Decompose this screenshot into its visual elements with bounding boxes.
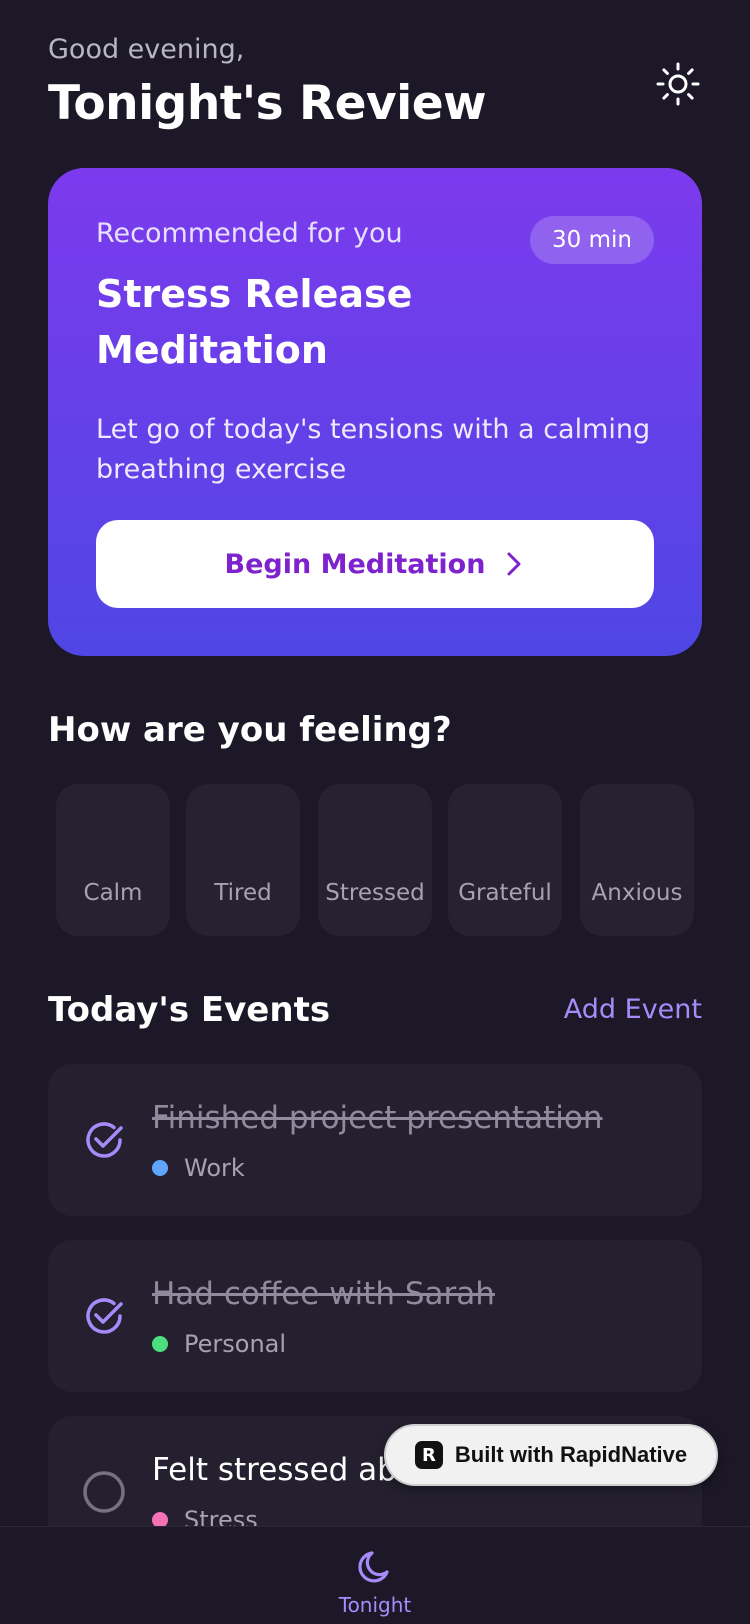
add-event-link[interactable]: Add Event [564,994,702,1025]
event-tag: Personal [152,1330,286,1358]
chevron-right-icon [507,552,521,576]
recommendation-card: Recommended for you 30 min Stress Releas… [48,168,702,656]
tag-dot [152,1160,168,1176]
mood-label: Stressed [325,880,425,906]
check-circle-icon[interactable] [80,1116,128,1164]
mood-label: Grateful [458,880,552,906]
events-section-title: Today's Events [48,990,331,1030]
mood-grateful-button[interactable]: Grateful [448,784,562,936]
recommendation-title: Stress Release Meditation [96,272,413,372]
recommendation-label: Recommended for you [96,218,403,249]
bottom-nav: Tonight [0,1526,750,1624]
recommendation-description: Let go of today's tensions with a calmin… [96,414,651,485]
event-title: Felt stressed abo [152,1452,416,1488]
page-title: Tonight's Review [48,76,487,131]
mood-section-title: How are you feeling? [48,710,452,750]
moon-icon [358,1551,389,1583]
event-card[interactable]: Had coffee with Sarah Personal [48,1240,702,1392]
check-circle-icon[interactable] [80,1292,128,1340]
tab-tonight[interactable]: Tonight [325,1527,425,1624]
theme-toggle-button[interactable] [652,58,704,110]
tag-label: Work [184,1154,245,1182]
mood-calm-button[interactable]: Calm [56,784,170,936]
greeting: Good evening, [48,34,245,65]
mood-tired-button[interactable]: Tired [186,784,300,936]
event-title: Finished project presentation [152,1100,603,1136]
rapidnative-logo-icon: R [414,1441,443,1469]
tag-dot [152,1336,168,1352]
mood-label: Anxious [591,880,683,906]
event-title: Had coffee with Sarah [152,1276,495,1312]
sun-icon [656,62,700,106]
event-card[interactable]: Finished project presentation Work [48,1064,702,1216]
begin-meditation-label: Begin Meditation [224,548,486,580]
mood-label: Calm [83,880,143,906]
empty-circle-icon[interactable] [80,1468,128,1516]
tab-tonight-label: Tonight [338,1593,412,1617]
mood-label: Tired [214,880,272,906]
begin-meditation-button[interactable]: Begin Meditation [96,520,654,608]
built-with-label: Built with RapidNative [454,1442,688,1467]
event-tag: Work [152,1154,245,1182]
built-with-badge[interactable]: R Built with RapidNative [384,1424,718,1486]
tag-label: Personal [184,1330,287,1358]
mood-stressed-button[interactable]: Stressed [318,784,432,936]
mood-anxious-button[interactable]: Anxious [580,784,694,936]
duration-badge: 30 min [530,216,654,264]
